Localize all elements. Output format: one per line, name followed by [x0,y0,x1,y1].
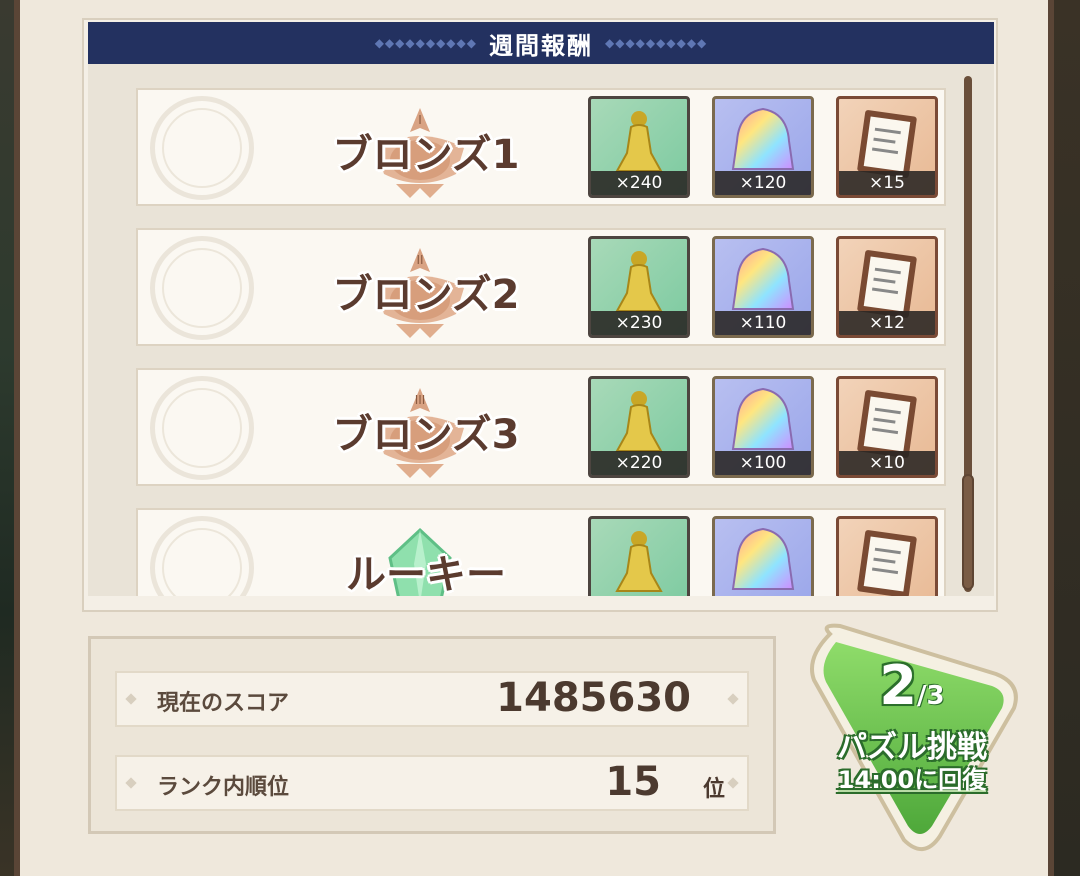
rank-row-bronze-3: III ブロンズ3 ×220 ×100 ×10 [136,368,946,486]
reward-quantity: ×240 [591,171,687,195]
rank-name: ブロンズ2 [332,272,520,318]
rank-position-unit: 位 [702,777,725,802]
reward-gold-statue[interactable] [588,516,690,596]
reward-clipboard[interactable]: ×10 [836,376,938,478]
rank-badge-slot [150,96,254,200]
rank-name: ブロンズ1 [332,132,520,178]
weekly-rewards-header: ◆◆◆◆◆◆◆◆◆◆ 週間報酬 ◆◆◆◆◆◆◆◆◆◆ [88,22,994,64]
reward-gold-statue[interactable]: ×230 [588,236,690,338]
reward-quantity: ×120 [715,171,811,195]
reward-quantity: ×220 [591,451,687,475]
gold-statue-icon [615,531,663,592]
rank-name: ルーキー [346,552,506,596]
reward-quantity: ×15 [839,171,935,195]
challenge-current: 2 [879,654,917,717]
row-ornament-left [125,693,137,705]
clipboard-icon [857,530,917,596]
current-score-row: 現在のスコア 1485630 [115,671,749,727]
rank-row-bronze-1: I ブロンズ1 ×240 ×120 ×15 [136,88,946,206]
reward-rainbow-gem[interactable]: ×110 [712,236,814,338]
challenge-max: /3 [916,681,945,711]
background-left [0,0,14,876]
rank-name: ブロンズ3 [332,412,520,458]
reward-quantity: ×230 [591,311,687,335]
reward-quantity: ×110 [715,311,811,335]
rank-badge-slot [150,516,254,596]
rank-badge-slot [150,376,254,480]
reward-rainbow-gem[interactable] [712,516,814,596]
row-ornament-right [727,693,739,705]
header-ornament-left: ◆◆◆◆◆◆◆◆◆◆ [374,36,477,50]
score-info-panel: 現在のスコア 1485630 ランク内順位 15 位 [88,636,776,834]
reward-quantity: ×10 [839,451,935,475]
reward-clipboard[interactable]: ×15 [836,96,938,198]
challenge-recovery-time: 14:00に回復 [837,766,987,794]
current-score-value: 1485630 [496,675,691,721]
current-score-label: 現在のスコア [157,691,290,716]
header-ornament-right: ◆◆◆◆◆◆◆◆◆◆ [605,36,708,50]
reward-list-scrollbar[interactable] [962,76,974,592]
reward-rainbow-gem[interactable]: ×100 [712,376,814,478]
rank-row-bronze-2: II ブロンズ2 ×230 ×110 ×12 [136,228,946,346]
reward-clipboard[interactable]: ×12 [836,236,938,338]
background-right [1054,0,1080,876]
puzzle-challenge-button[interactable]: 2/3 パズル挑戦 14:00に回復 [800,620,1024,856]
rank-row-rookie: ルーキー [136,508,946,596]
reward-quantity: ×100 [715,451,811,475]
reward-quantity: ×12 [839,311,935,335]
scrollbar-thumb[interactable] [962,474,974,590]
reward-gold-statue[interactable]: ×240 [588,96,690,198]
row-ornament-left [125,777,137,789]
rank-position-label: ランク内順位 [157,775,290,800]
rainbow-gem-icon [731,527,795,590]
rank-position-value: 15 [605,759,661,805]
reward-clipboard[interactable] [836,516,938,596]
weekly-rewards-title: 週間報酬 [489,31,593,60]
rank-badge-slot [150,236,254,340]
reward-rainbow-gem[interactable]: ×120 [712,96,814,198]
row-ornament-right [727,777,739,789]
reward-list[interactable]: I ブロンズ1 ×240 ×120 ×15 II ブロンズ2 ×230 ×110… [88,64,994,596]
rank-position-row: ランク内順位 15 位 [115,755,749,811]
challenge-count: 2/3 [800,654,1024,717]
reward-gold-statue[interactable]: ×220 [588,376,690,478]
